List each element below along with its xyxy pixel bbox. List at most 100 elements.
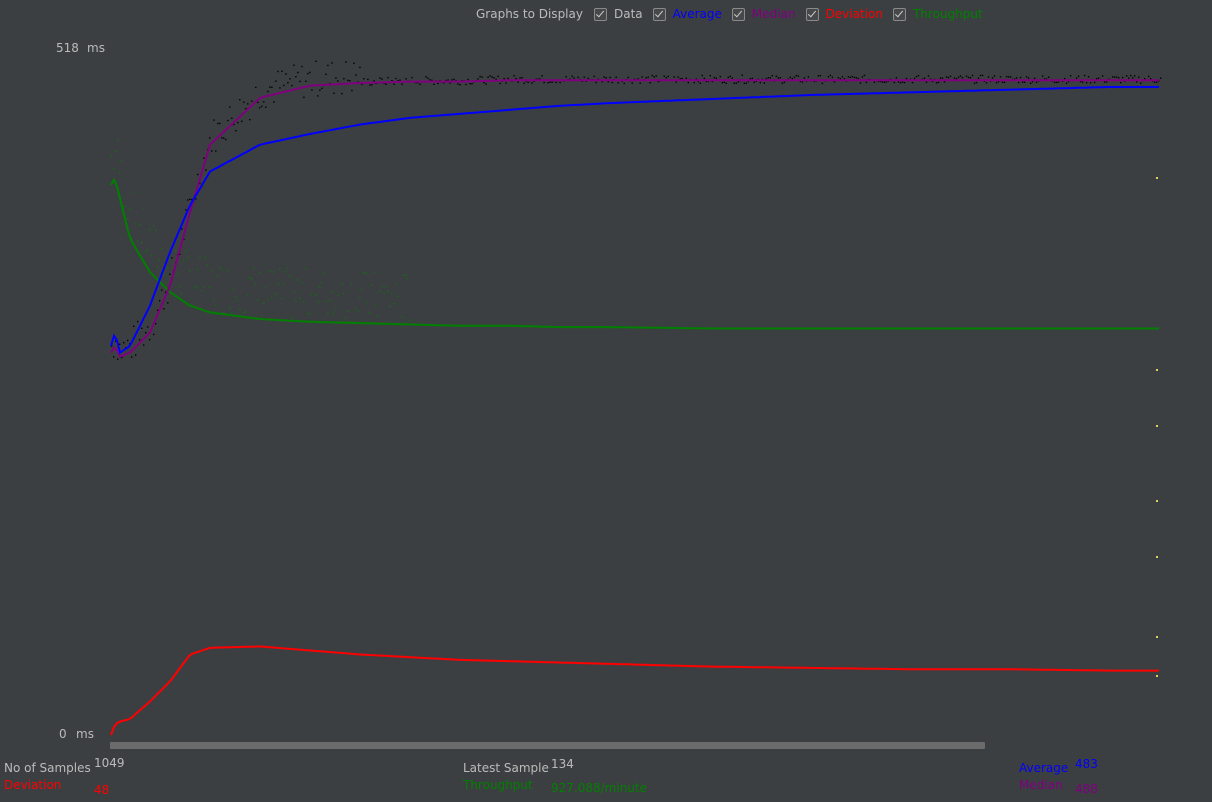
data-point [277, 70, 279, 73]
throughput-point [317, 301, 319, 303]
data-point [517, 81, 519, 83]
data-point [471, 83, 473, 85]
data-point [395, 77, 397, 80]
data-point [543, 81, 545, 84]
throughput-point [377, 315, 379, 317]
data-point [803, 77, 806, 79]
data-point [793, 76, 796, 78]
data-point [901, 81, 904, 83]
data-point [829, 74, 832, 77]
data-point [187, 199, 189, 201]
data-point [955, 78, 958, 80]
data-point [541, 75, 543, 77]
throughput-point [325, 300, 327, 303]
data-point [895, 77, 898, 79]
data-point [893, 81, 896, 84]
throughput-point [345, 317, 347, 319]
data-point [767, 77, 769, 79]
throughput-point [293, 291, 295, 293]
throughput-point [285, 271, 287, 273]
data-point [685, 77, 687, 79]
data-point [315, 60, 317, 62]
throughput-point [319, 286, 321, 288]
data-point [1140, 82, 1142, 84]
data-point [709, 75, 711, 77]
data-point [467, 78, 469, 81]
horizontal-scrollbar[interactable] [110, 742, 985, 749]
throughput-point [363, 272, 365, 274]
data-point [355, 74, 357, 76]
throughput-point [347, 310, 349, 312]
data-point [149, 339, 151, 341]
data-point [1134, 75, 1136, 77]
data-point [883, 81, 886, 83]
data-point [999, 76, 1002, 78]
throughput-point [247, 295, 249, 297]
throughput-point [149, 229, 151, 231]
data-point [1021, 81, 1024, 83]
throughput-point [261, 315, 263, 317]
data-point [993, 75, 996, 77]
data-point [731, 77, 733, 79]
data-point [319, 89, 321, 91]
edge-marker [1156, 177, 1158, 179]
data-point [345, 61, 347, 63]
data-point [949, 75, 952, 77]
data-point [967, 76, 970, 79]
data-point [973, 82, 976, 84]
data-point [549, 81, 551, 83]
data-point [257, 101, 259, 104]
throughput-point [249, 277, 251, 279]
data-point [861, 76, 864, 78]
data-point [457, 83, 459, 85]
data-point [123, 342, 125, 344]
data-point [937, 81, 940, 84]
throughput-point [177, 273, 179, 275]
data-point [885, 81, 888, 83]
data-point [379, 77, 381, 79]
data-point [663, 75, 665, 77]
data-point [281, 70, 283, 72]
data-point [817, 75, 820, 77]
throughput-point [145, 251, 147, 253]
throughput-point [327, 312, 329, 314]
data-point [641, 76, 643, 78]
data-point [1055, 81, 1058, 84]
data-point [645, 77, 647, 79]
median-stat-value: 488 [1075, 782, 1098, 796]
data-point [959, 75, 962, 77]
throughput-point [381, 285, 383, 287]
data-point [451, 79, 453, 81]
data-point [627, 76, 629, 79]
data-point [667, 75, 669, 78]
throughput-stat-label: Throughput [463, 778, 533, 792]
data-point [743, 82, 745, 84]
throughput-point [147, 249, 149, 251]
data-point [203, 157, 205, 159]
data-point [399, 79, 401, 81]
data-point [1063, 77, 1066, 80]
data-point [363, 78, 365, 80]
data-point [135, 354, 137, 356]
data-point [289, 78, 291, 80]
data-point [573, 77, 575, 79]
data-point [1160, 77, 1162, 79]
data-point [595, 81, 597, 84]
throughput-point [155, 229, 157, 231]
throughput-point [321, 282, 323, 284]
data-point [429, 79, 431, 81]
data-point [797, 75, 800, 77]
throughput-point [333, 313, 335, 315]
data-point [957, 76, 960, 78]
throughput-point [221, 269, 223, 271]
throughput-point [189, 270, 191, 272]
throughput-point [127, 218, 129, 220]
data-point [939, 77, 942, 79]
data-point [139, 339, 141, 341]
data-point [741, 74, 743, 76]
data-point [775, 75, 777, 77]
throughput-point [133, 191, 135, 193]
data-point [527, 81, 529, 84]
throughput-point [151, 254, 153, 256]
throughput-point [141, 241, 143, 244]
